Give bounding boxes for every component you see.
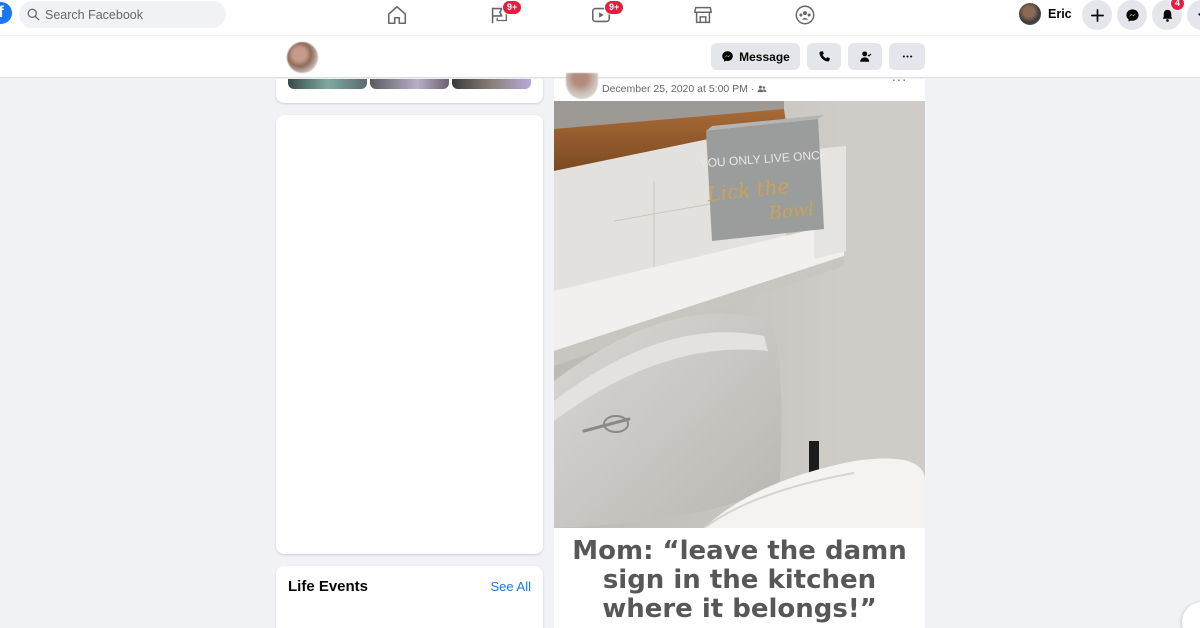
sidebar-card [276,115,543,554]
more-options-button[interactable] [889,43,925,70]
messenger-button[interactable] [1117,0,1147,30]
nav-groups[interactable] [794,4,816,26]
profile-action-bar: Message [0,36,1200,78]
life-events-title: Life Events [288,578,369,595]
store-icon [694,6,712,24]
message-button[interactable]: Message [711,43,800,70]
groups-icon [795,5,815,25]
create-button[interactable] [1082,0,1112,30]
pages-badge: 9+ [502,0,523,15]
search-icon [27,8,40,21]
messenger-icon [1125,8,1139,22]
nav-marketplace[interactable] [692,4,714,26]
friends-icon [757,85,767,93]
post-date-text: December 25, 2020 at 5:00 PM · [602,83,755,95]
photo-thumbnail[interactable] [288,79,367,89]
life-events-card: Life Events See All [276,566,543,628]
photos-card [276,79,543,103]
photo-thumbnail[interactable] [452,79,531,89]
call-button[interactable] [807,43,841,70]
search-placeholder: Search Facebook [45,7,143,22]
nav-home[interactable] [386,4,408,26]
photo-thumbnail[interactable] [370,79,449,89]
friends-status-button[interactable] [848,43,882,70]
caption-line: where it belongs!” [602,594,877,624]
post-card: December 25, 2020 at 5:00 PM · ··· YOU O… [554,71,925,628]
messenger-icon [722,51,733,62]
watch-badge: 9+ [604,0,625,15]
post-timestamp[interactable]: December 25, 2020 at 5:00 PM · [602,83,767,95]
account-menu-button[interactable] [1187,0,1200,30]
bell-icon [1162,9,1172,22]
post-caption-image-text: Mom: “leave the damn sign in the kitchen… [554,537,925,624]
friend-check-icon [859,51,871,62]
phone-icon [818,51,830,62]
see-all-link[interactable]: See All [491,579,531,594]
ellipsis-icon [902,55,912,58]
post-photo[interactable]: YOU ONLY LIVE ONCE Lick the Bowl [554,101,925,528]
post-options-icon[interactable]: ··· [892,71,908,87]
bathroom-photo: YOU ONLY LIVE ONCE Lick the Bowl [554,101,925,528]
plus-icon [1090,8,1104,22]
user-avatar [1019,3,1041,25]
caption-line: Mom: “leave the damn [572,536,907,566]
facebook-logo-icon[interactable]: f [0,2,12,24]
profile-avatar[interactable] [287,42,318,73]
notifications-badge: 4 [1170,0,1186,11]
search-input[interactable]: Search Facebook [19,1,226,28]
new-message-fab[interactable] [1182,602,1200,628]
chevron-down-icon [1197,12,1200,17]
home-icon [387,5,407,25]
caption-line: sign in the kitchen [602,565,877,595]
profile-shortcut[interactable]: Eric [1019,2,1072,26]
post-author-avatar[interactable] [566,73,598,99]
top-navigation-bar: f Search Facebook 9+ 9+ Eric 4 [0,0,1200,35]
message-button-label: Message [739,49,790,64]
user-name: Eric [1048,7,1072,21]
